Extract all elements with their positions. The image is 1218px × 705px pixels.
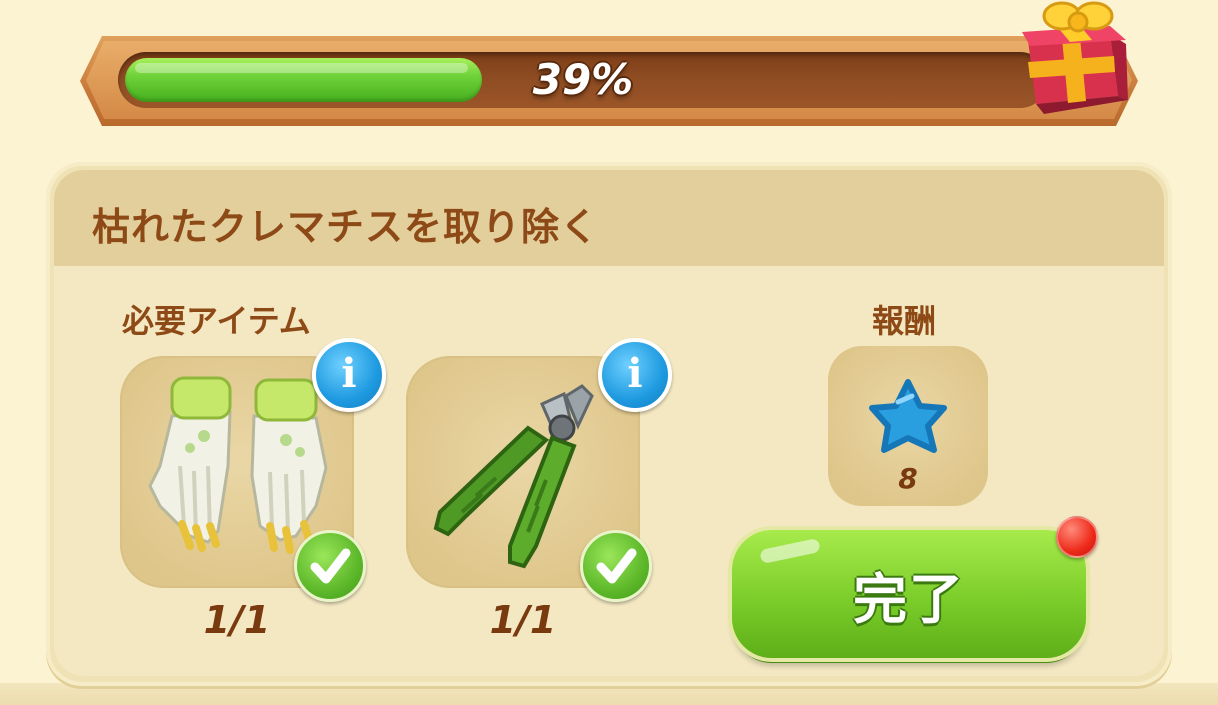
notification-dot xyxy=(1056,516,1098,558)
complete-button[interactable]: 完了 xyxy=(732,530,1086,658)
reward-label: 報酬 xyxy=(872,302,937,340)
info-icon[interactable]: i xyxy=(598,338,672,412)
gift-box-icon[interactable] xyxy=(1014,0,1130,126)
reward-amount: 8 xyxy=(898,462,918,495)
info-icon[interactable]: i xyxy=(312,338,386,412)
progress-bar: 39% xyxy=(118,52,1048,108)
item-count: 1/1 xyxy=(203,598,271,642)
item-count: 1/1 xyxy=(489,598,557,642)
complete-button-label: 完了 xyxy=(853,567,965,631)
bottom-strip xyxy=(0,683,1218,705)
task-title: 枯れたクレマチスを取り除く xyxy=(92,205,600,249)
checkmark-icon xyxy=(580,530,652,602)
required-items-label: 必要アイテム xyxy=(122,302,311,340)
progress-percent: 39% xyxy=(532,55,634,104)
checkmark-icon xyxy=(294,530,366,602)
